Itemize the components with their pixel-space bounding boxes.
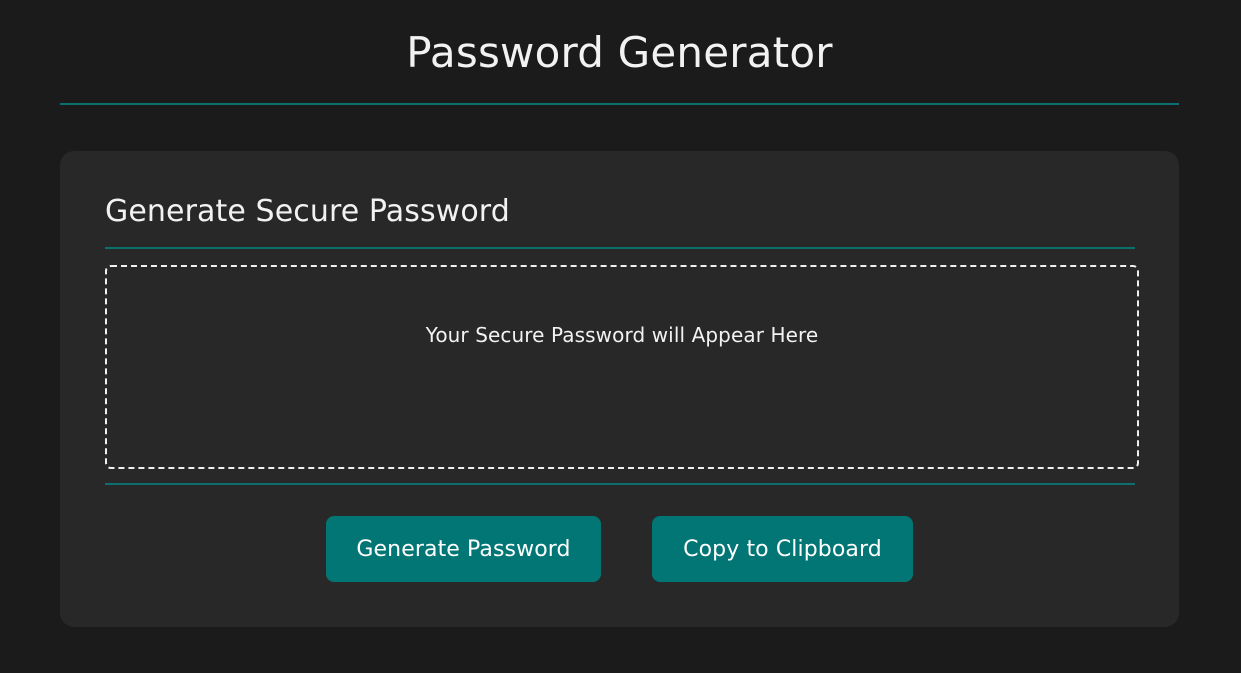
- card-divider-bottom: [105, 483, 1135, 485]
- password-output-text: Your Secure Password will Appear Here: [425, 323, 819, 347]
- card-divider-top: [105, 247, 1135, 249]
- password-output-box[interactable]: Your Secure Password will Appear Here: [105, 265, 1139, 469]
- copy-to-clipboard-button[interactable]: Copy to Clipboard: [652, 516, 913, 582]
- password-card: Generate Secure Password Your Secure Pas…: [60, 151, 1179, 627]
- card-title: Generate Secure Password: [105, 194, 510, 229]
- page-title: Password Generator: [406, 28, 833, 77]
- page-header: Password Generator: [60, 0, 1179, 105]
- generate-password-button[interactable]: Generate Password: [326, 516, 601, 582]
